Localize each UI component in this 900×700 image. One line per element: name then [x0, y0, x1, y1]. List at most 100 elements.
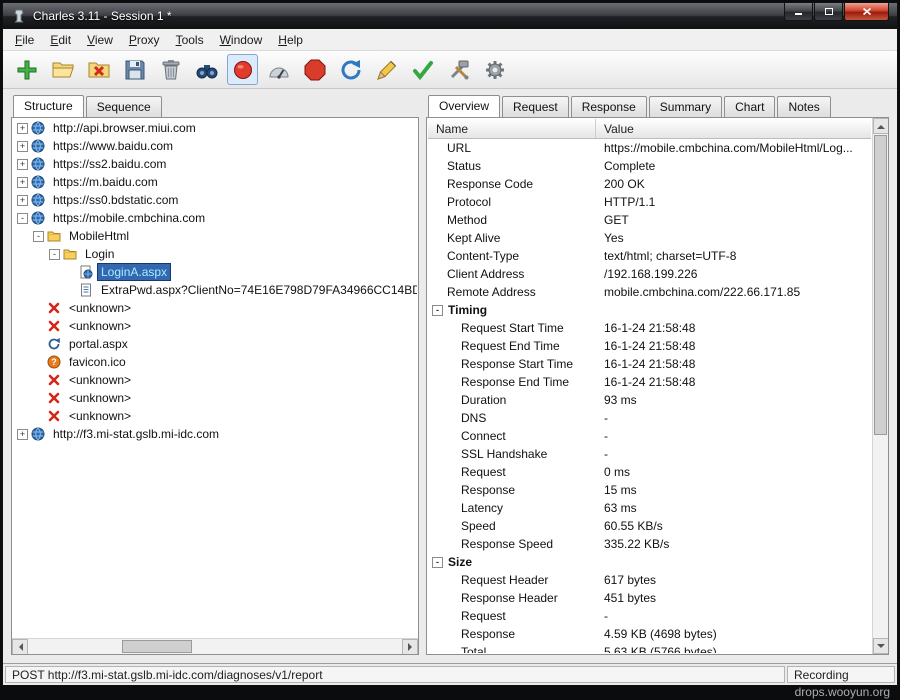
- minimize-button[interactable]: [784, 3, 813, 21]
- tree-row[interactable]: <unknown>: [13, 407, 417, 425]
- table-row[interactable]: Client Address/192.168.199.226: [428, 265, 871, 283]
- expand-icon[interactable]: +: [17, 123, 28, 134]
- tree-row[interactable]: LoginA.aspx: [13, 263, 417, 281]
- scroll-right-button[interactable]: [402, 639, 418, 655]
- table-row[interactable]: MethodGET: [428, 211, 871, 229]
- menu-proxy[interactable]: Proxy: [121, 30, 168, 50]
- close-button[interactable]: [844, 3, 889, 21]
- tree-row[interactable]: +https://www.baidu.com: [13, 137, 417, 155]
- collapse-icon[interactable]: -: [33, 231, 44, 242]
- tree-row[interactable]: <unknown>: [13, 389, 417, 407]
- settings-button[interactable]: [479, 54, 510, 85]
- recording-indicator[interactable]: Recording: [787, 666, 895, 683]
- table-row[interactable]: Kept AliveYes: [428, 229, 871, 247]
- table-row[interactable]: URLhttps://mobile.cmbchina.com/MobileHtm…: [428, 139, 871, 157]
- table-row[interactable]: Request Start Time16-1-24 21:58:48: [428, 319, 871, 337]
- tree-row[interactable]: ExtraPwd.aspx?ClientNo=74E16E798D79FA349…: [13, 281, 417, 299]
- table-row[interactable]: Remote Addressmobile.cmbchina.com/222.66…: [428, 283, 871, 301]
- tree-row[interactable]: <unknown>: [13, 371, 417, 389]
- compose-button[interactable]: [371, 54, 402, 85]
- table-row[interactable]: Request0 ms: [428, 463, 871, 481]
- tab-summary[interactable]: Summary: [649, 96, 722, 117]
- clear-session-button[interactable]: [155, 54, 186, 85]
- find-button[interactable]: [191, 54, 222, 85]
- record-button[interactable]: [227, 54, 258, 85]
- tab-overview[interactable]: Overview: [428, 95, 500, 117]
- tools-button[interactable]: [443, 54, 474, 85]
- add-button[interactable]: [11, 54, 42, 85]
- table-row[interactable]: Total5.63 KB (5766 bytes): [428, 643, 871, 653]
- table-row[interactable]: -Size: [428, 553, 871, 571]
- table-row[interactable]: Response Start Time16-1-24 21:58:48: [428, 355, 871, 373]
- tab-structure[interactable]: Structure: [13, 95, 84, 117]
- scroll-up-button[interactable]: [873, 118, 889, 134]
- breakpoints-button[interactable]: [299, 54, 330, 85]
- table-row[interactable]: ProtocolHTTP/1.1: [428, 193, 871, 211]
- table-row[interactable]: Latency63 ms: [428, 499, 871, 517]
- throttle-button[interactable]: [263, 54, 294, 85]
- table-row[interactable]: Response4.59 KB (4698 bytes): [428, 625, 871, 643]
- menu-tools[interactable]: Tools: [168, 30, 212, 50]
- vertical-scrollbar[interactable]: [872, 118, 888, 654]
- tree-row[interactable]: ?favicon.ico: [13, 353, 417, 371]
- validate-button[interactable]: [407, 54, 438, 85]
- tree-row[interactable]: -https://mobile.cmbchina.com: [13, 209, 417, 227]
- menu-edit[interactable]: Edit: [42, 30, 79, 50]
- table-row[interactable]: Response Speed335.22 KB/s: [428, 535, 871, 553]
- scroll-left-button[interactable]: [12, 639, 28, 655]
- tab-response[interactable]: Response: [571, 96, 647, 117]
- titlebar[interactable]: Charles 3.11 - Session 1 *: [3, 3, 897, 29]
- collapse-icon[interactable]: -: [17, 213, 28, 224]
- menu-file[interactable]: File: [7, 30, 42, 50]
- table-row[interactable]: StatusComplete: [428, 157, 871, 175]
- tab-sequence[interactable]: Sequence: [86, 96, 162, 117]
- save-session-button[interactable]: [119, 54, 150, 85]
- table-row[interactable]: Response15 ms: [428, 481, 871, 499]
- table-row[interactable]: Speed60.55 KB/s: [428, 517, 871, 535]
- name-column-header[interactable]: Name: [428, 119, 596, 138]
- tree-row[interactable]: +http://api.browser.miui.com: [13, 119, 417, 137]
- tree-row[interactable]: +https://ss2.baidu.com: [13, 155, 417, 173]
- collapse-icon[interactable]: -: [49, 249, 60, 260]
- vertical-scroll-thumb[interactable]: [874, 135, 887, 435]
- menu-help[interactable]: Help: [270, 30, 311, 50]
- table-row[interactable]: Response Header451 bytes: [428, 589, 871, 607]
- table-row[interactable]: DNS-: [428, 409, 871, 427]
- value-column-header[interactable]: Value: [596, 119, 871, 138]
- scroll-down-button[interactable]: [873, 638, 889, 654]
- collapse-icon[interactable]: -: [432, 557, 443, 568]
- tab-notes[interactable]: Notes: [777, 96, 830, 117]
- horizontal-scrollbar[interactable]: [12, 638, 418, 654]
- expand-icon[interactable]: +: [17, 429, 28, 440]
- open-session-button[interactable]: [47, 54, 78, 85]
- tree-row[interactable]: -MobileHtml: [13, 227, 417, 245]
- tab-chart[interactable]: Chart: [724, 96, 775, 117]
- tree-row[interactable]: <unknown>: [13, 317, 417, 335]
- table-row[interactable]: Connect-: [428, 427, 871, 445]
- collapse-icon[interactable]: -: [432, 305, 443, 316]
- table-row[interactable]: Request Header617 bytes: [428, 571, 871, 589]
- close-session-button[interactable]: [83, 54, 114, 85]
- maximize-button[interactable]: [814, 3, 843, 21]
- menu-view[interactable]: View: [79, 30, 121, 50]
- table-row[interactable]: -Timing: [428, 301, 871, 319]
- menu-window[interactable]: Window: [212, 30, 271, 50]
- tree-row[interactable]: -Login: [13, 245, 417, 263]
- tab-request[interactable]: Request: [502, 96, 569, 117]
- expand-icon[interactable]: +: [17, 159, 28, 170]
- tree-row[interactable]: <unknown>: [13, 299, 417, 317]
- tree-row[interactable]: portal.aspx: [13, 335, 417, 353]
- table-row[interactable]: Response Code200 OK: [428, 175, 871, 193]
- tree-row[interactable]: +https://m.baidu.com: [13, 173, 417, 191]
- table-row[interactable]: Request-: [428, 607, 871, 625]
- table-row[interactable]: Content-Typetext/html; charset=UTF-8: [428, 247, 871, 265]
- tree-row[interactable]: +http://f3.mi-stat.gslb.mi-idc.com: [13, 425, 417, 443]
- table-row[interactable]: Duration93 ms: [428, 391, 871, 409]
- expand-icon[interactable]: +: [17, 195, 28, 206]
- horizontal-scroll-thumb[interactable]: [122, 640, 192, 653]
- table-row[interactable]: SSL Handshake-: [428, 445, 871, 463]
- expand-icon[interactable]: +: [17, 141, 28, 152]
- tree-row[interactable]: +https://ss0.bdstatic.com: [13, 191, 417, 209]
- table-row[interactable]: Request End Time16-1-24 21:58:48: [428, 337, 871, 355]
- expand-icon[interactable]: +: [17, 177, 28, 188]
